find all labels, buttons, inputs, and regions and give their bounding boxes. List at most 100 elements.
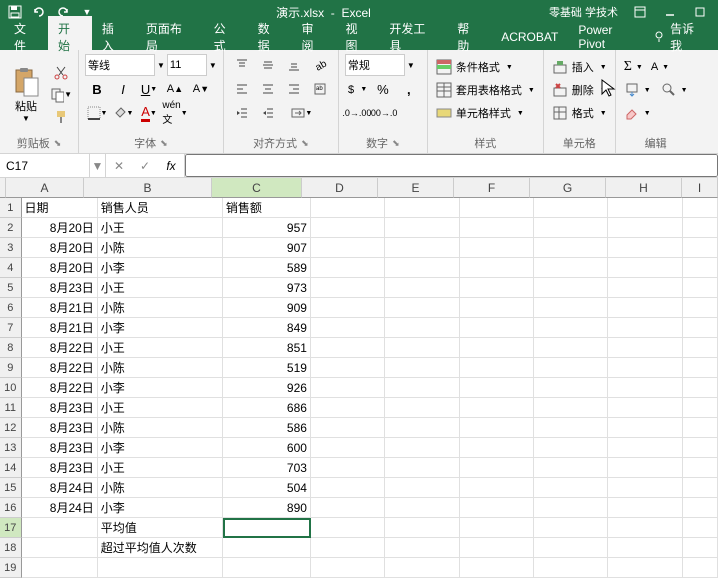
cell-I16[interactable] (683, 498, 718, 518)
cell-I17[interactable] (683, 518, 718, 538)
cell-B8[interactable]: 小王 (98, 338, 223, 358)
font-color-button[interactable]: A▼ (137, 102, 161, 124)
row-header[interactable]: 11 (0, 398, 22, 418)
cell-C11[interactable]: 686 (223, 398, 311, 418)
cell-C4[interactable]: 589 (223, 258, 311, 278)
cell-H8[interactable] (608, 338, 682, 358)
cell-D12[interactable] (311, 418, 385, 438)
copy-button[interactable]: ▼ (50, 85, 72, 105)
cell-E14[interactable] (385, 458, 459, 478)
cell-E12[interactable] (385, 418, 459, 438)
align-top-button[interactable] (230, 54, 254, 76)
cell-E6[interactable] (385, 298, 459, 318)
col-header-A[interactable]: A (6, 178, 84, 198)
cell-A17[interactable] (22, 518, 98, 538)
row-header[interactable]: 7 (0, 318, 22, 338)
cell-D13[interactable] (311, 438, 385, 458)
cell-F18[interactable] (460, 538, 534, 558)
cell-C10[interactable]: 926 (223, 378, 311, 398)
cell-E3[interactable] (385, 238, 459, 258)
cell-H16[interactable] (608, 498, 682, 518)
cell-E10[interactable] (385, 378, 459, 398)
cell-G11[interactable] (534, 398, 608, 418)
row-header[interactable]: 2 (0, 218, 22, 238)
cell-A18[interactable] (22, 538, 98, 558)
cell-I14[interactable] (683, 458, 718, 478)
cell-D14[interactable] (311, 458, 385, 478)
cell-H11[interactable] (608, 398, 682, 418)
cell-F12[interactable] (460, 418, 534, 438)
cell-F17[interactable] (460, 518, 534, 538)
row-header[interactable]: 19 (0, 558, 22, 578)
cell-E8[interactable] (385, 338, 459, 358)
cell-B9[interactable]: 小陈 (98, 358, 223, 378)
underline-button[interactable]: U▼ (137, 78, 161, 100)
cell-C18[interactable] (223, 538, 311, 558)
cell-F6[interactable] (460, 298, 534, 318)
cell-C12[interactable]: 586 (223, 418, 311, 438)
row-header[interactable]: 16 (0, 498, 22, 518)
cell-E1[interactable] (385, 198, 459, 218)
cell-B10[interactable]: 小李 (98, 378, 223, 398)
fill-button[interactable]: ▼ ▼ (622, 79, 690, 101)
cell-D9[interactable] (311, 358, 385, 378)
cell-B5[interactable]: 小王 (98, 278, 223, 298)
cell-F8[interactable] (460, 338, 534, 358)
row-header[interactable]: 5 (0, 278, 22, 298)
cell-H3[interactable] (608, 238, 682, 258)
cell-E2[interactable] (385, 218, 459, 238)
cell-A14[interactable]: 8月23日 (22, 458, 98, 478)
cell-I15[interactable] (683, 478, 718, 498)
cell-I1[interactable] (683, 198, 718, 218)
row-header[interactable]: 14 (0, 458, 22, 478)
cell-D17[interactable] (311, 518, 385, 538)
cell-G2[interactable] (534, 218, 608, 238)
border-button[interactable]: ▼ (85, 102, 109, 124)
cell-C3[interactable]: 907 (223, 238, 311, 258)
cell-D6[interactable] (311, 298, 385, 318)
row-header[interactable]: 12 (0, 418, 22, 438)
cancel-formula-button[interactable]: ✕ (106, 154, 132, 177)
increase-decimal-button[interactable]: .0→.00 (345, 102, 369, 124)
cell-H12[interactable] (608, 418, 682, 438)
row-header[interactable]: 6 (0, 298, 22, 318)
increase-indent-button[interactable] (256, 102, 280, 124)
cell-D4[interactable] (311, 258, 385, 278)
cell-D2[interactable] (311, 218, 385, 238)
cell-B7[interactable]: 小李 (98, 318, 223, 338)
row-header[interactable]: 3 (0, 238, 22, 258)
cell-I4[interactable] (683, 258, 718, 278)
autosum-button[interactable]: Σ▼ A▼ (622, 56, 690, 78)
cell-A15[interactable]: 8月24日 (22, 478, 98, 498)
cell-F9[interactable] (460, 358, 534, 378)
cell-F16[interactable] (460, 498, 534, 518)
cell-D7[interactable] (311, 318, 385, 338)
col-header-C[interactable]: C (212, 178, 302, 198)
cell-I5[interactable] (683, 278, 718, 298)
cell-H15[interactable] (608, 478, 682, 498)
cell-I2[interactable] (683, 218, 718, 238)
cell-B1[interactable]: 销售人员 (98, 198, 223, 218)
name-box[interactable]: C17 (0, 154, 90, 177)
cell-F2[interactable] (460, 218, 534, 238)
cell-I9[interactable] (683, 358, 718, 378)
cell-F1[interactable] (460, 198, 534, 218)
cell-D10[interactable] (311, 378, 385, 398)
cell-B13[interactable]: 小李 (98, 438, 223, 458)
row-header[interactable]: 10 (0, 378, 22, 398)
col-header-B[interactable]: B (84, 178, 212, 198)
cell-A9[interactable]: 8月22日 (22, 358, 98, 378)
cell-C17[interactable] (223, 518, 311, 538)
cell-A3[interactable]: 8月20日 (22, 238, 98, 258)
cell-C19[interactable] (223, 558, 311, 578)
format-painter-button[interactable] (50, 107, 72, 127)
cell-C15[interactable]: 504 (223, 478, 311, 498)
cell-A12[interactable]: 8月23日 (22, 418, 98, 438)
cell-E7[interactable] (385, 318, 459, 338)
cell-D1[interactable] (311, 198, 385, 218)
cell-I18[interactable] (683, 538, 718, 558)
cell-I19[interactable] (683, 558, 718, 578)
cell-H10[interactable] (608, 378, 682, 398)
align-bottom-button[interactable] (282, 54, 306, 76)
cell-F15[interactable] (460, 478, 534, 498)
